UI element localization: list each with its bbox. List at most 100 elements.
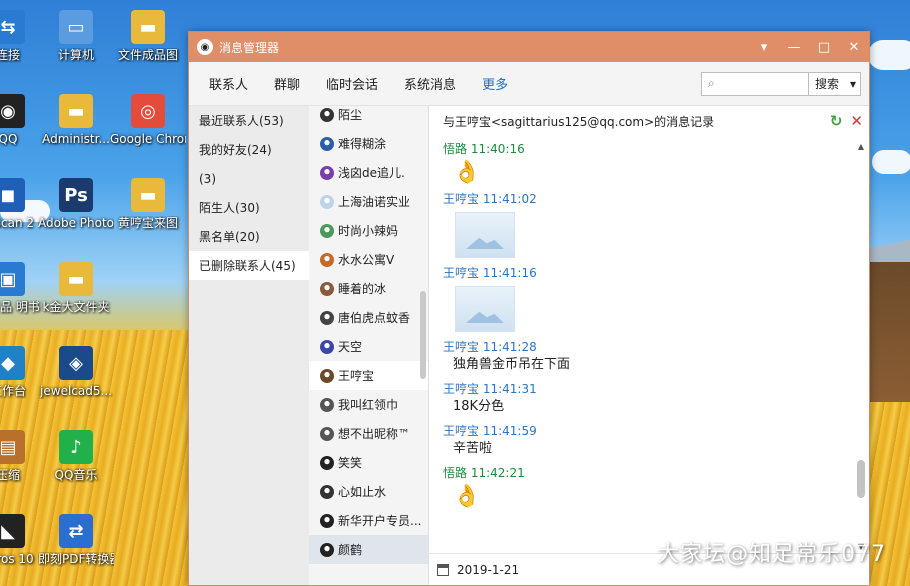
avatar <box>320 310 334 325</box>
scroll-up-arrow-icon[interactable]: ▲ <box>857 142 865 151</box>
tab-groups[interactable]: 群聊 <box>272 70 302 97</box>
category-item[interactable]: 黑名单(20) <box>189 222 309 251</box>
desktop-icon[interactable]: ▬ k金大文件夹 <box>38 262 114 315</box>
desktop-app-icon: ◆ <box>0 346 25 380</box>
message-item: 王哼宝 11:41:28 独角兽金币吊在下面 <box>443 340 845 376</box>
contact-item[interactable]: 天空 <box>309 332 428 361</box>
avatar <box>320 281 334 296</box>
desktop-icon-label: 计算机 <box>57 48 94 62</box>
contact-item[interactable]: 王哼宝 <box>309 361 428 390</box>
desktop-icon[interactable]: ▬ 黄哼宝来图 <box>110 178 186 231</box>
contact-name: 笑笑 <box>338 456 363 470</box>
desktop-icon-label: jewelcad5... <box>40 384 112 398</box>
contact-item[interactable]: 唐伯虎点蚊香 <box>309 303 428 332</box>
avatar <box>320 513 334 528</box>
contact-name: 陌尘 <box>338 108 363 122</box>
desktop-icon[interactable]: ◎ Google Chrome <box>110 94 186 147</box>
message-item: 王哼宝 11:41:02 <box>443 192 845 258</box>
desktop-icon-label: QQ音乐 <box>54 468 98 482</box>
avatar <box>320 339 334 354</box>
desktop-icon[interactable]: ⇄ 即刻PDF转换器 <box>38 514 114 567</box>
scroll-thumb[interactable] <box>857 460 865 498</box>
contact-item[interactable]: 陌尘 <box>309 100 428 129</box>
contact-item[interactable]: 时尚小辣妈 <box>309 216 428 245</box>
message-panel: 与王哼宝<sagittarius125@qq.com>的消息记录 ↻ ✕ 悟路 … <box>429 106 869 585</box>
message-sender-line: 王哼宝 11:41:59 <box>443 424 845 438</box>
avatar <box>320 542 334 557</box>
avatar <box>320 136 334 151</box>
cloud <box>872 150 910 174</box>
category-toolbar: 联系人 群聊 临时会话 系统消息 更多 ⌕ 搜索 ▾ <box>189 62 869 106</box>
search-box: ⌕ 搜索 ▾ <box>701 71 861 96</box>
desktop-app-icon: Ps <box>59 178 93 212</box>
refresh-icon[interactable]: ↻ <box>830 112 843 130</box>
desktop-icon[interactable]: Ps Adobe Photosho... <box>38 178 114 231</box>
search-input[interactable]: ⌕ <box>701 71 809 96</box>
contact-item[interactable]: 想不出昵称™ <box>309 419 428 448</box>
maximize-button[interactable]: □ <box>809 32 839 62</box>
message-sender-line: 王哼宝 11:41:16 <box>443 266 845 280</box>
contact-name: 想不出昵称™ <box>338 427 411 441</box>
message-time: 11:42:21 <box>470 466 525 480</box>
minimize-button[interactable]: — <box>779 32 809 62</box>
contact-item[interactable]: 浅囟de追儿. <box>309 158 428 187</box>
desktop-app-icon: ▬ <box>131 178 165 212</box>
search-button[interactable]: 搜索 ▾ <box>809 71 861 96</box>
message-time: 11:40:16 <box>470 142 525 156</box>
desktop-icon[interactable]: ♪ QQ音乐 <box>38 430 114 483</box>
tab-temp-chat[interactable]: 临时会话 <box>324 70 380 97</box>
desktop-app-icon: ⇄ <box>59 514 93 548</box>
tab-system-messages[interactable]: 系统消息 <box>402 70 458 97</box>
search-icon: ⌕ <box>708 76 715 90</box>
message-scrollbar[interactable]: ▲ ▼ <box>857 142 865 551</box>
delete-icon[interactable]: ✕ <box>850 112 863 130</box>
contact-item[interactable]: 心如止水 <box>309 477 428 506</box>
message-time: 11:41:59 <box>482 424 537 438</box>
contact-item[interactable]: 我叫红领巾 <box>309 390 428 419</box>
message-item: 悟路 11:40:16 👌 <box>443 142 845 186</box>
conversation-header: 与王哼宝<sagittarius125@qq.com>的消息记录 ↻ ✕ <box>429 106 869 136</box>
message-item: 王哼宝 11:41:16 <box>443 266 845 332</box>
message-item: 王哼宝 11:41:31 18K分色 <box>443 382 845 418</box>
desktop-app-icon: ◎ <box>131 94 165 128</box>
category-item[interactable]: 已删除联系人(45) <box>189 251 309 280</box>
image-placeholder-icon[interactable] <box>455 212 515 258</box>
contact-name: 心如止水 <box>338 485 387 499</box>
window-title: 消息管理器 <box>219 40 280 55</box>
barn <box>868 262 910 402</box>
tab-contacts[interactable]: 联系人 <box>207 70 250 97</box>
message-sender: 王哼宝 <box>443 266 480 280</box>
desktop-icon-label: k金大文件夹 <box>42 300 110 314</box>
contact-item[interactable]: 笑笑 <box>309 448 428 477</box>
close-button[interactable]: ✕ <box>839 32 869 62</box>
contact-item[interactable]: 颜鹤 <box>309 535 428 564</box>
contact-item[interactable]: 难得糊涂 <box>309 129 428 158</box>
tab-more[interactable]: 更多 <box>480 70 510 97</box>
category-item[interactable]: 最近联系人(53) <box>189 106 309 135</box>
contact-scrollbar[interactable] <box>420 291 426 379</box>
contact-item[interactable]: 水水公寓V <box>309 245 428 274</box>
contact-name: 唐伯虎点蚊香 <box>338 311 411 325</box>
category-item[interactable]: (3) <box>189 164 309 193</box>
message-sender: 王哼宝 <box>443 192 480 206</box>
desktop-icon-label: 文件成品图 <box>117 48 178 62</box>
chevron-down-icon: ▾ <box>849 76 856 91</box>
desktop-icon-label: 即刻PDF转换器 <box>38 552 114 566</box>
contact-item[interactable]: 睡着的冰 <box>309 274 428 303</box>
contact-item[interactable]: 上海油诺实业 <box>309 187 428 216</box>
desktop-app-icon: ♪ <box>59 430 93 464</box>
calendar-icon[interactable] <box>437 563 449 576</box>
category-item[interactable]: 陌生人(30) <box>189 193 309 222</box>
desktop-app-icon: ▬ <box>131 10 165 44</box>
desktop-icon[interactable]: ▭ 计算机 <box>38 10 114 63</box>
window-menu-button[interactable]: ▾ <box>749 32 779 62</box>
desktop-app-icon: ◣ <box>0 514 25 548</box>
contact-item[interactable]: 新华开户专员... <box>309 506 428 535</box>
footer-date: 2019-1-21 <box>457 562 520 577</box>
desktop-icon[interactable]: ◈ jewelcad5... <box>38 346 114 399</box>
avatar <box>320 194 334 209</box>
image-placeholder-icon[interactable] <box>455 286 515 332</box>
desktop-icon[interactable]: ▬ Administr... <box>38 94 114 147</box>
desktop-icon[interactable]: ▬ 文件成品图 <box>110 10 186 63</box>
category-item[interactable]: 我的好友(24) <box>189 135 309 164</box>
